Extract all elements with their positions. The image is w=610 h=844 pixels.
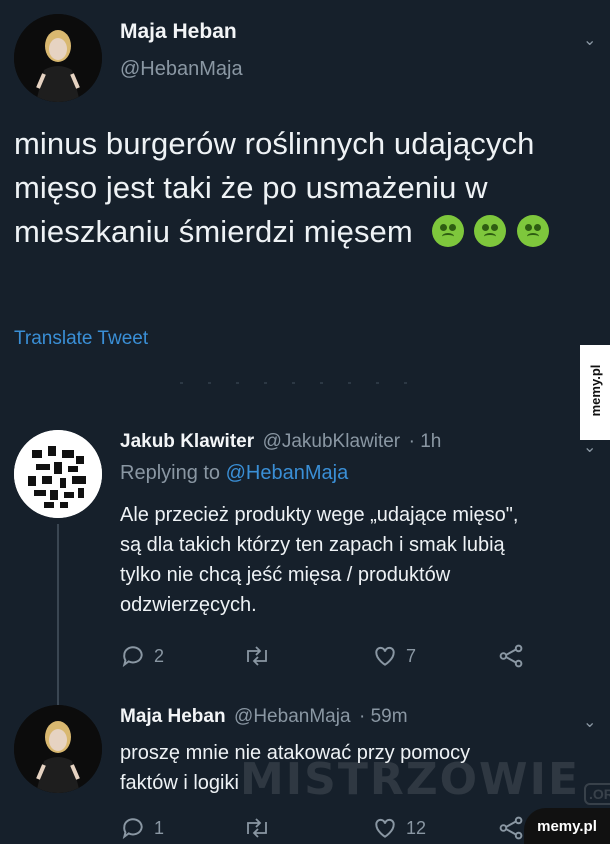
translate-tweet-link[interactable]: Translate Tweet: [14, 328, 148, 350]
replying-handle-link[interactable]: @HebanMaja: [226, 462, 349, 484]
reply-line: odzwierzęcych.: [120, 594, 257, 616]
share-button[interactable]: [498, 815, 524, 841]
author-handle[interactable]: @HebanMaja: [120, 58, 243, 81]
reply-time[interactable]: · 59m: [359, 706, 408, 727]
share-button[interactable]: [498, 643, 524, 669]
author-name[interactable]: Maja Heban: [120, 20, 237, 44]
thread-line: [57, 524, 59, 724]
reply-author-name[interactable]: Maja Heban: [120, 706, 226, 727]
tweet-text: minus burgerów roślinnych udających mięs…: [14, 122, 589, 254]
retweet-button[interactable]: [242, 643, 272, 669]
reply-line: Ale przecież produkty wege „udające mięs…: [120, 504, 519, 526]
reply-time[interactable]: · 1h: [409, 431, 442, 452]
separator-dots: [180, 382, 410, 384]
reply-actions: 2 7: [120, 642, 540, 670]
qr-pattern-avatar-icon: [14, 430, 102, 518]
comment-icon: [122, 646, 143, 668]
reply-avatar[interactable]: [14, 705, 102, 793]
reply-line: są dla takich którzy ten zapach i smak l…: [120, 534, 505, 556]
reply-avatar[interactable]: [14, 430, 102, 518]
retweet-icon: [247, 818, 267, 838]
like-count: 12: [406, 817, 427, 838]
like-button[interactable]: 7: [372, 643, 416, 669]
more-chevron-icon[interactable]: ⌄: [583, 712, 596, 732]
comment-icon: [122, 818, 143, 840]
reply-button[interactable]: 2: [120, 643, 164, 669]
watermark-text: MISTRZOWIE: [240, 754, 581, 805]
like-count: 7: [406, 645, 417, 666]
replying-to: Replying to @HebanMaja: [120, 462, 348, 485]
person-silhouette-icon: [14, 14, 102, 102]
watermark-suffix: .ORG: [584, 783, 610, 805]
more-chevron-icon[interactable]: ⌄: [583, 30, 596, 50]
person-silhouette-icon: [14, 705, 102, 793]
mistrzowie-watermark: MISTRZOWIE .ORG: [240, 754, 610, 805]
reply-actions: 1 12: [120, 814, 540, 842]
reply-count: 1: [154, 817, 165, 838]
side-watermark-text: memy.pl: [588, 364, 603, 417]
reply-header: Maja Heban @HebanMaja · 59m: [120, 706, 408, 728]
retweet-icon: [247, 646, 267, 666]
share-icon: [499, 644, 523, 668]
memy-badge: memy.pl: [524, 808, 610, 844]
share-icon: [499, 816, 523, 840]
reply-author-name[interactable]: Jakub Klawiter: [120, 431, 254, 452]
author-avatar[interactable]: [14, 14, 102, 102]
reply-header: Jakub Klawiter @JakubKlawiter · 1h: [120, 431, 441, 453]
heart-icon: [375, 818, 395, 838]
retweet-button[interactable]: [242, 815, 272, 841]
reply-text: Ale przecież produkty wege „udające mięs…: [120, 500, 600, 620]
reply-line: tylko nie chcą jeść mięsa / produktów: [120, 564, 451, 586]
more-chevron-icon[interactable]: ⌄: [583, 437, 596, 457]
reply-count: 2: [154, 645, 165, 666]
heart-icon: [375, 646, 395, 666]
badge-text: memy.pl: [537, 817, 597, 835]
nauseated-face-icon: [516, 215, 549, 247]
like-button[interactable]: 12: [372, 815, 426, 841]
memy-side-watermark: memy.pl: [580, 345, 610, 440]
nauseated-face-icon: [474, 215, 507, 247]
reply-author-handle[interactable]: @JakubKlawiter: [263, 431, 401, 452]
reply-button[interactable]: 1: [120, 815, 164, 841]
replying-prefix: Replying to: [120, 462, 221, 484]
reply-author-handle[interactable]: @HebanMaja: [234, 706, 350, 727]
nauseated-face-icon: [431, 215, 464, 247]
